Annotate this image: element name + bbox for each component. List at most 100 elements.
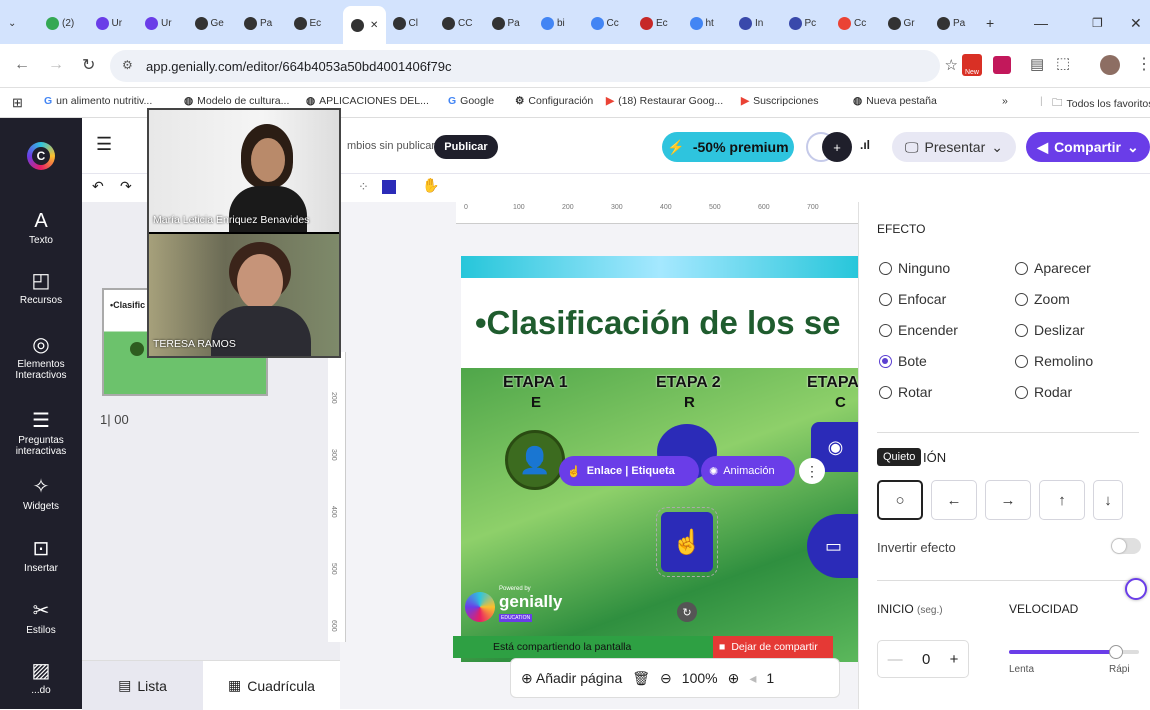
direction-right-button[interactable]: → [985, 480, 1031, 520]
start-stepper[interactable]: — 0 + [877, 640, 969, 678]
browser-tab[interactable]: ht [690, 12, 714, 34]
bookmark-item[interactable]: GGoogle [448, 95, 494, 107]
browser-tab[interactable]: Gr [888, 12, 915, 34]
slide[interactable]: •Clasificación de los se ETAPA 1 E ETAPA 2… [461, 256, 860, 662]
browser-tab[interactable]: Ge [195, 12, 224, 34]
more-options-icon[interactable]: ⋮ [799, 458, 825, 484]
effect-option-rodar[interactable]: Rodar [1015, 384, 1072, 400]
start-value[interactable]: 0 [922, 651, 930, 668]
new-tab-button[interactable]: + [986, 12, 994, 34]
animation-button[interactable]: ✺Animación [701, 456, 795, 486]
link-label-menu[interactable]: ☝Enlace | Etiqueta [559, 456, 699, 486]
minimize-icon[interactable]: — [1034, 12, 1048, 34]
restore-icon[interactable]: ❐ [1092, 12, 1103, 34]
browser-tab[interactable]: Ec [294, 12, 322, 34]
close-tab-icon[interactable]: ✕ [370, 20, 378, 31]
browser-tab[interactable]: Pa [937, 12, 965, 34]
browser-tab[interactable]: In [739, 12, 763, 34]
redo-icon[interactable]: ↷ [120, 178, 132, 195]
bookmark-item[interactable]: Gun alimento nutritiv... [44, 95, 152, 107]
undo-icon[interactable]: ↶ [92, 178, 104, 195]
site-info-icon[interactable]: ⚙ [122, 58, 133, 72]
browser-tab[interactable]: Cc [838, 12, 866, 34]
effect-option-ninguno[interactable]: Ninguno [879, 260, 950, 276]
radio-button[interactable] [879, 355, 892, 368]
editor-canvas[interactable]: 0100200300400500600700 200300400500600 •… [340, 202, 860, 709]
profile-avatar[interactable] [1100, 55, 1120, 75]
rotate-handle-icon[interactable]: ↻ [677, 602, 697, 622]
extension-new-icon[interactable]: New [962, 54, 982, 76]
bookmark-item[interactable]: ◍Nueva pestaña [853, 95, 937, 107]
extensions-puzzle-icon[interactable]: ⬚ [1056, 54, 1070, 72]
decrement-icon[interactable]: — [888, 651, 903, 668]
browser-menu-icon[interactable]: ⋮ [1136, 54, 1150, 74]
url-bar[interactable]: ⚙ app.genially.com/editor/664b4053a50bd4… [110, 50, 940, 82]
browser-tab[interactable]: Pa [244, 12, 272, 34]
bookmark-item[interactable]: ⚙Configuración [515, 95, 593, 107]
close-window-icon[interactable]: ✕ [1130, 12, 1142, 34]
browser-tab[interactable]: Ur [96, 12, 123, 34]
sidebar-item-do[interactable]: ▨...do [0, 658, 82, 696]
radio-button[interactable] [1015, 355, 1028, 368]
zoom-out-icon[interactable]: ⊖ [660, 670, 672, 687]
radio-button[interactable] [879, 324, 892, 337]
browser-tab[interactable]: bi [541, 12, 565, 34]
forward-icon[interactable]: → [48, 56, 64, 74]
effect-option-remolino[interactable]: Remolino [1015, 353, 1093, 369]
tab-search-menu[interactable]: ⌄ [8, 12, 16, 34]
effect-option-bote[interactable]: Bote [879, 353, 927, 369]
browser-tab[interactable]: Ur [145, 12, 172, 34]
stage-title[interactable]: ETAPA 1 [503, 374, 568, 392]
invert-toggle[interactable] [1111, 538, 1141, 554]
slide-title[interactable]: •Clasificación de los se [475, 304, 841, 342]
radio-button[interactable] [879, 293, 892, 306]
user-button-icon[interactable]: 👤 [505, 430, 565, 490]
effect-option-rotar[interactable]: Rotar [879, 384, 932, 400]
direction-left-button[interactable]: ← [931, 480, 977, 520]
effect-option-encender[interactable]: Encender [879, 322, 958, 338]
direction-still-button[interactable]: ○ [877, 480, 923, 520]
sidebar-item-texto[interactable]: ATexto [0, 210, 82, 246]
pattern-icon[interactable]: ⁘ [358, 179, 369, 195]
hand-tool-icon[interactable]: ✋ [422, 177, 439, 194]
bookmarks-more[interactable]: » [1002, 95, 1008, 107]
direction-down-button[interactable]: ↓ [1093, 480, 1123, 520]
sidebar-item-widgets[interactable]: ✧Widgets [0, 474, 82, 512]
speed-slider[interactable] [1009, 650, 1139, 654]
sidebar-item-recursos[interactable]: ◰Recursos [0, 268, 82, 306]
share-button[interactable]: ◀Compartir⌄ [1026, 132, 1150, 162]
effect-option-deslizar[interactable]: Deslizar [1015, 322, 1085, 338]
sidebar-item-preguntas[interactable]: ☰Preguntas interactivas [0, 408, 82, 457]
radio-button[interactable] [879, 262, 892, 275]
bookmark-item[interactable]: ◍Modelo de cultura... [184, 95, 289, 107]
reading-icon[interactable]: ▤ [1030, 55, 1044, 73]
speed-slider-handle[interactable] [1109, 645, 1123, 659]
effect-option-enfocar[interactable]: Enfocar [879, 291, 946, 307]
sidebar-item-estilos[interactable]: ✂Estilos [0, 598, 82, 636]
bookmark-item[interactable]: ◍APLICACIONES DEL... [306, 95, 429, 107]
trash-icon[interactable]: 🗑 [632, 670, 650, 687]
publish-button[interactable]: Publicar [434, 135, 498, 159]
browser-tab[interactable]: Pa [492, 12, 520, 34]
assistant-icon[interactable] [1125, 578, 1147, 600]
reload-icon[interactable]: ↻ [82, 55, 95, 75]
browser-tab[interactable]: CC [442, 12, 472, 34]
browser-tab[interactable]: Cl [393, 12, 418, 34]
zoom-in-icon[interactable]: ⊕ [728, 670, 740, 687]
increment-icon[interactable]: + [950, 651, 959, 668]
sidebar-item-insertar[interactable]: ⊡Insertar [0, 536, 82, 574]
extension-icon[interactable] [993, 56, 1011, 74]
list-view-button[interactable]: ▤Lista [82, 661, 203, 710]
effect-option-aparecer[interactable]: Aparecer [1015, 260, 1091, 276]
prev-page-icon[interactable]: ◂ [749, 670, 756, 687]
stage-title[interactable]: ETAPA 2 [656, 374, 721, 392]
browser-tab[interactable]: Pc [789, 12, 817, 34]
direction-up-button[interactable]: ↑ [1039, 480, 1085, 520]
stage-letter[interactable]: E [531, 394, 541, 411]
effect-option-zoom[interactable]: Zoom [1015, 291, 1070, 307]
browser-tab[interactable]: ✕ [343, 6, 386, 44]
browser-tab[interactable]: Cc [591, 12, 619, 34]
stage-title[interactable]: ETAPA [807, 374, 859, 392]
stage-letter[interactable]: C [835, 394, 846, 411]
back-icon[interactable]: ← [14, 56, 30, 74]
